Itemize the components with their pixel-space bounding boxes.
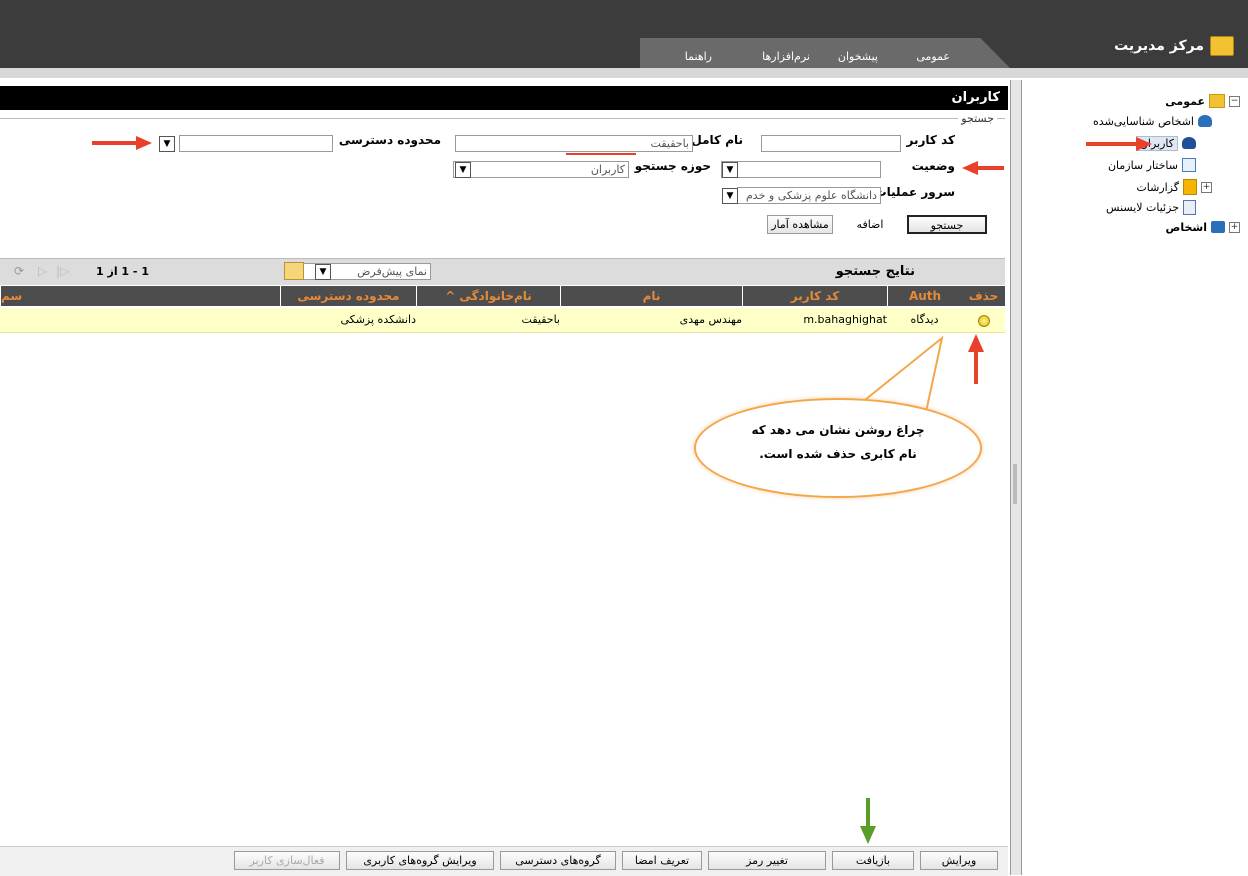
top-tabs: عمومی پیشخوان نرم‌افزارها راهنما (640, 38, 1010, 68)
edit-button[interactable]: ویرایش (920, 851, 998, 870)
search-domain-label: حوزه جستجو (634, 159, 711, 173)
annotation-underline (566, 153, 636, 155)
sidebar-item-identified-persons[interactable]: اشخاص شناسایی‌شده (1093, 112, 1212, 130)
results-title: نتایج جستجو (835, 264, 915, 279)
sidebar-item-label: اشخاص شناسایی‌شده (1093, 114, 1194, 128)
annotation-arrow-icon (860, 798, 876, 844)
user-code-label: کد کاربر (906, 133, 955, 147)
status-label: وضعیت (911, 159, 955, 173)
callout-line-1: چراغ روشن نشان می دهد که (751, 423, 925, 437)
tab-help[interactable]: راهنما (685, 50, 712, 63)
grid-header: حذف Auth کد کاربر نام ^ نام‌خانوادگی محد… (0, 286, 1005, 306)
operation-server-select[interactable]: دانشگاه علوم پزشکی و خدم (737, 187, 881, 204)
activate-user-button: فعال‌سازی کاربر (234, 851, 340, 870)
collapse-icon[interactable]: − (1229, 95, 1240, 107)
column-user-code[interactable]: کد کاربر (742, 286, 887, 306)
page-title-bar: کاربران (0, 86, 1008, 110)
last-page-icon[interactable]: ▷| (56, 264, 69, 278)
next-page-icon[interactable]: ▷ (38, 264, 47, 278)
folder-icon (1210, 36, 1234, 56)
define-signature-button[interactable]: تعریف امضا (622, 851, 702, 870)
persons-icon (1211, 221, 1225, 233)
user-code-input[interactable] (761, 135, 901, 152)
search-legend: جستجو (958, 112, 997, 125)
cell-user-code: m.bahaghighat (803, 313, 887, 326)
column-name[interactable]: نام (560, 286, 742, 306)
app-title: مرکز مدیریت (1114, 36, 1234, 56)
annotation-arrow-icon (962, 161, 1004, 175)
cell-auth: دیدگاه (910, 313, 939, 326)
bottom-toolbar: ویرایش بازیافت تغییر رمز تعریف امضا گروه… (0, 846, 1008, 876)
settings-icon[interactable] (284, 262, 304, 280)
sidebar-item-reports[interactable]: + گزارشات (1136, 178, 1212, 196)
license-icon (1183, 199, 1196, 215)
tab-general[interactable]: عمومی (916, 50, 950, 63)
pane-splitter[interactable] (1010, 80, 1022, 875)
org-chart-icon (1182, 158, 1196, 172)
callout-line-2: نام کابری حذف شده است. (759, 447, 917, 461)
column-last-name[interactable]: ^ نام‌خانوادگی (416, 286, 560, 306)
access-scope-select[interactable] (179, 135, 333, 152)
header-separator (0, 68, 1248, 78)
edit-user-groups-button[interactable]: ویرایش گروه‌های کاربری (346, 851, 494, 870)
app-title-text: مرکز مدیریت (1114, 38, 1204, 54)
sidebar-item-label: گزارشات (1136, 180, 1179, 194)
sidebar-tree: − عمومی اشخاص شناسایی‌شده کاربران ساختار… (1022, 78, 1248, 875)
chevron-down-icon[interactable]: ▼ (159, 136, 175, 152)
sidebar-item-label: اشخاص (1165, 220, 1207, 234)
annotation-arrow-icon (1086, 137, 1152, 151)
access-scope-label: محدوده دسترسی (338, 133, 441, 147)
tab-dashboard[interactable]: پیشخوان (838, 50, 878, 63)
access-groups-button[interactable]: گروه‌های دسترسی (500, 851, 616, 870)
splitter-handle[interactable] (1013, 464, 1017, 504)
annotation-callout: چراغ روشن نشان می دهد که نام کابری حذف ش… (694, 398, 982, 498)
restore-button[interactable]: بازیافت (832, 851, 914, 870)
chevron-down-icon[interactable]: ▼ (455, 162, 471, 178)
paging-info: 1 - 1 از 1 (96, 265, 149, 278)
people-search-icon (1198, 115, 1212, 127)
search-domain-select[interactable]: کاربران (453, 161, 629, 178)
sidebar-item-org-structure[interactable]: ساختار سازمان (1108, 156, 1196, 174)
folder-gear-icon (1209, 94, 1225, 108)
report-icon (1183, 179, 1197, 195)
expand-icon[interactable]: + (1201, 181, 1212, 193)
full-name-label: نام کامل (691, 133, 743, 147)
sidebar-item-persons[interactable]: + اشخاص (1166, 218, 1240, 236)
search-panel: جستجو کد کاربر نام کامل باحقیقت محدوده د… (0, 112, 1005, 249)
refresh-icon[interactable]: ⟳ (14, 264, 24, 278)
sidebar-item-label: جزئیات لایسنس (1106, 200, 1179, 214)
add-button[interactable]: اضافه (841, 215, 899, 234)
users-icon (1182, 137, 1196, 149)
sidebar-item-label: عمومی (1165, 94, 1205, 108)
chevron-down-icon[interactable]: ▼ (722, 188, 738, 204)
annotation-arrow-icon (92, 136, 152, 150)
chevron-down-icon[interactable]: ▼ (315, 264, 331, 280)
results-header: نتایج جستجو نمای پیش‌فرض ▼ 1 - 1 از 1 ⟳ … (0, 258, 1005, 285)
operation-server-label: سرور عملیات (874, 185, 955, 199)
column-access-scope[interactable]: محدوده دسترسی (280, 286, 416, 306)
search-button[interactable]: جستجو (907, 215, 987, 234)
change-password-button[interactable]: تغییر رمز (708, 851, 826, 870)
table-row[interactable]: دیدگاه m.bahaghighat مهندس مهدی باحقیقت … (0, 308, 1005, 333)
column-truncated[interactable]: سم (0, 286, 40, 306)
expand-icon[interactable]: + (1229, 221, 1240, 233)
sidebar-item-label: ساختار سازمان (1107, 158, 1178, 172)
column-auth[interactable]: Auth (887, 286, 962, 306)
cell-access-scope: دانشکده پزشکی (340, 313, 416, 326)
full-name-input[interactable]: باحقیقت (455, 135, 693, 152)
chevron-down-icon[interactable]: ▼ (722, 162, 738, 178)
sidebar-item-general[interactable]: − عمومی (1165, 92, 1240, 110)
column-delete[interactable]: حذف (962, 286, 1005, 306)
tab-software[interactable]: نرم‌افزارها (762, 50, 810, 63)
cell-last-name: باحقیقت (521, 313, 560, 326)
status-select[interactable] (721, 161, 881, 178)
view-stats-button[interactable]: مشاهده آمار (767, 215, 833, 234)
deleted-indicator-icon (962, 308, 1005, 332)
top-header (0, 0, 1248, 68)
page-title: کاربران (951, 90, 1000, 105)
cell-name: مهندس مهدی (679, 313, 742, 326)
sidebar-item-license[interactable]: جزئیات لایسنس (1106, 198, 1196, 216)
